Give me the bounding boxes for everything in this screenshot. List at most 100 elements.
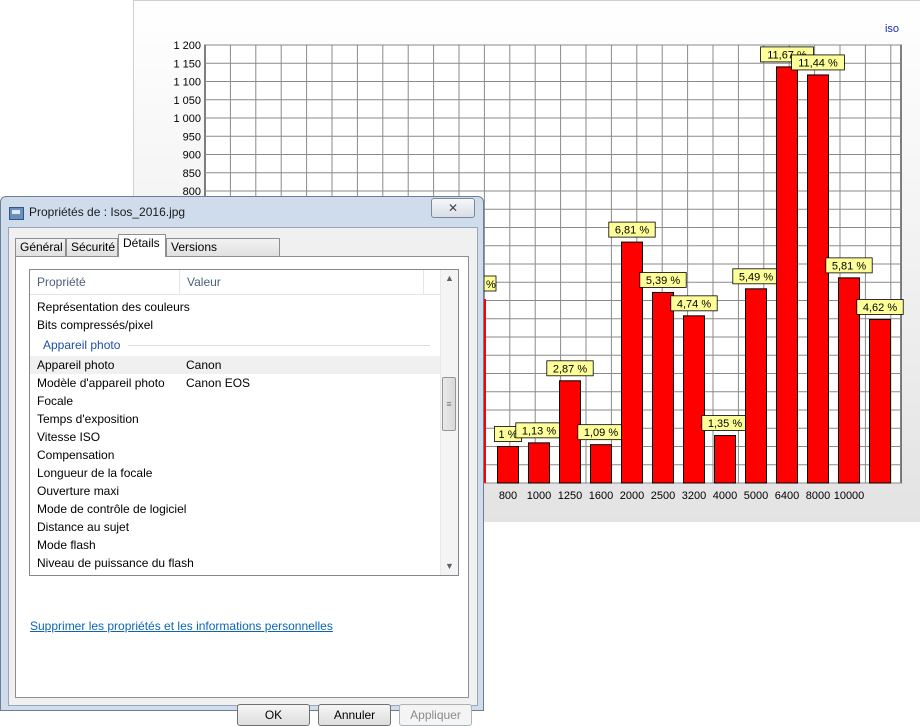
bar xyxy=(745,288,767,484)
list-header: Propriété Valeur xyxy=(30,270,440,295)
bar xyxy=(652,291,674,484)
ok-button[interactable]: OK xyxy=(237,704,310,726)
list-item[interactable]: Représentation des couleurs xyxy=(30,298,440,316)
tab-general[interactable]: Général xyxy=(15,238,66,256)
bar xyxy=(497,446,519,484)
data-label: 5,81 % xyxy=(832,260,866,272)
property-name: Longueur de la focale xyxy=(37,466,153,480)
property-rows: Représentation des couleurs Bits compres… xyxy=(30,298,440,572)
y-tick-label: 950 xyxy=(183,131,201,143)
property-name: Compensation xyxy=(37,448,115,462)
property-name: Modèle d'appareil photo xyxy=(37,376,165,390)
property-name: Mode flash xyxy=(37,538,96,552)
data-label: 4,62 % xyxy=(863,302,897,314)
data-label: 6,81 % xyxy=(615,225,649,237)
x-tick-label: 5000 xyxy=(744,490,768,502)
close-button[interactable]: ✕ xyxy=(431,198,475,218)
list-item[interactable]: Niveau de puissance du flash xyxy=(30,554,440,572)
x-tick-label: 1250 xyxy=(558,490,582,502)
bar xyxy=(714,435,736,484)
data-label: 1,35 % xyxy=(708,418,742,430)
bar xyxy=(621,241,643,484)
x-tick-label: 4000 xyxy=(713,490,737,502)
y-tick-label: 1 200 xyxy=(173,40,201,52)
column-header-value[interactable]: Valeur xyxy=(180,270,424,294)
bar xyxy=(869,318,891,484)
list-item[interactable]: Ouverture maxi xyxy=(30,482,440,500)
group-header-camera: Appareil photo xyxy=(30,334,440,356)
scroll-thumb[interactable]: ≡ xyxy=(442,377,456,431)
list-item[interactable]: Vitesse ISO xyxy=(30,428,440,446)
property-name: Appareil photo xyxy=(37,358,115,372)
tab-versions[interactable]: Versions précédentes xyxy=(166,238,280,271)
scroll-up-icon[interactable]: ▲ xyxy=(441,270,458,287)
details-tab-page: Propriété Valeur Représentation des coul… xyxy=(15,256,469,698)
apply-button[interactable]: Appliquer xyxy=(399,704,472,726)
y-tick-label: 1 100 xyxy=(173,77,201,89)
data-label: 1,09 % xyxy=(584,427,618,439)
x-tick-label: 1600 xyxy=(589,490,613,502)
window-title: Propriétés de : Isos_2016.jpg xyxy=(29,205,186,219)
list-item[interactable]: Bits compressés/pixel xyxy=(30,316,440,334)
list-item[interactable]: Temps d'exposition xyxy=(30,410,440,428)
y-tick-label: 1 000 xyxy=(173,113,201,125)
list-item[interactable]: Distance au sujet xyxy=(30,518,440,536)
list-item[interactable]: Modèle d'appareil photo Canon EOS xyxy=(30,374,440,392)
bar xyxy=(776,66,798,484)
bar xyxy=(528,442,550,484)
property-name: Temps d'exposition xyxy=(37,412,139,426)
column-header-property[interactable]: Propriété xyxy=(30,270,180,294)
x-tick-label: 2000 xyxy=(620,490,644,502)
bar xyxy=(683,315,705,484)
property-list[interactable]: Propriété Valeur Représentation des coul… xyxy=(29,269,459,576)
data-label: 1,13 % xyxy=(522,425,556,437)
y-tick-label: 900 xyxy=(183,150,201,162)
tab-securite[interactable]: Sécurité xyxy=(66,238,118,256)
cancel-button[interactable]: Annuler xyxy=(318,704,391,726)
property-name: Vitesse ISO xyxy=(37,430,101,444)
list-item[interactable]: Mode de contrôle de logiciel xyxy=(30,500,440,518)
x-tick-label: 1000 xyxy=(527,490,551,502)
property-value: Canon EOS xyxy=(186,376,251,390)
property-name: Représentation des couleurs xyxy=(37,300,190,314)
x-tick-label: 3200 xyxy=(682,490,706,502)
list-item[interactable]: Mode flash xyxy=(30,536,440,554)
property-name: Mode de contrôle de logiciel xyxy=(37,502,187,516)
list-item[interactable]: Compensation xyxy=(30,446,440,464)
property-name: Niveau de puissance du flash xyxy=(37,556,194,570)
property-name: Bits compressés/pixel xyxy=(37,318,154,332)
close-icon: ✕ xyxy=(447,201,459,215)
data-label: 5,39 % xyxy=(646,275,680,287)
series-label: iso xyxy=(884,23,899,35)
bar xyxy=(838,277,860,484)
window-image-icon xyxy=(9,207,24,220)
y-tick-label: 1 150 xyxy=(173,58,201,70)
x-tick-label: 800 xyxy=(499,490,517,502)
bar xyxy=(559,380,581,484)
title-bar[interactable]: Propriétés de : Isos_2016.jpg ✕ xyxy=(1,197,483,227)
data-label: 11,44 % xyxy=(798,57,838,69)
list-item[interactable]: Focale xyxy=(30,392,440,410)
x-tick-label: 10000 xyxy=(834,490,865,502)
remove-properties-link[interactable]: Supprimer les propriétés et les informat… xyxy=(30,619,333,633)
y-tick-label: 850 xyxy=(183,168,201,180)
tab-details[interactable]: Détails xyxy=(118,234,166,257)
properties-dialog: Propriétés de : Isos_2016.jpg ✕ Général … xyxy=(0,196,484,726)
data-label: 5,49 % xyxy=(739,271,773,283)
data-label: 4,74 % xyxy=(677,298,711,310)
bar xyxy=(590,444,612,484)
x-tick-label: 6400 xyxy=(775,490,799,502)
data-label: 2,87 % xyxy=(553,363,587,375)
property-name: Distance au sujet xyxy=(37,520,130,534)
bar xyxy=(807,74,829,484)
list-item[interactable]: Appareil photo Canon xyxy=(30,356,440,374)
property-name: Focale xyxy=(37,394,74,408)
scroll-down-icon[interactable]: ▼ xyxy=(441,558,458,575)
x-tick-label: 2500 xyxy=(651,490,675,502)
list-item[interactable]: Longueur de la focale xyxy=(30,464,440,482)
data-label: % xyxy=(486,279,496,291)
y-tick-label: 1 050 xyxy=(173,95,201,107)
property-value: Canon xyxy=(186,358,222,372)
vertical-scrollbar[interactable]: ▲ ≡ ▼ xyxy=(440,270,458,575)
x-tick-label: 8000 xyxy=(806,490,830,502)
